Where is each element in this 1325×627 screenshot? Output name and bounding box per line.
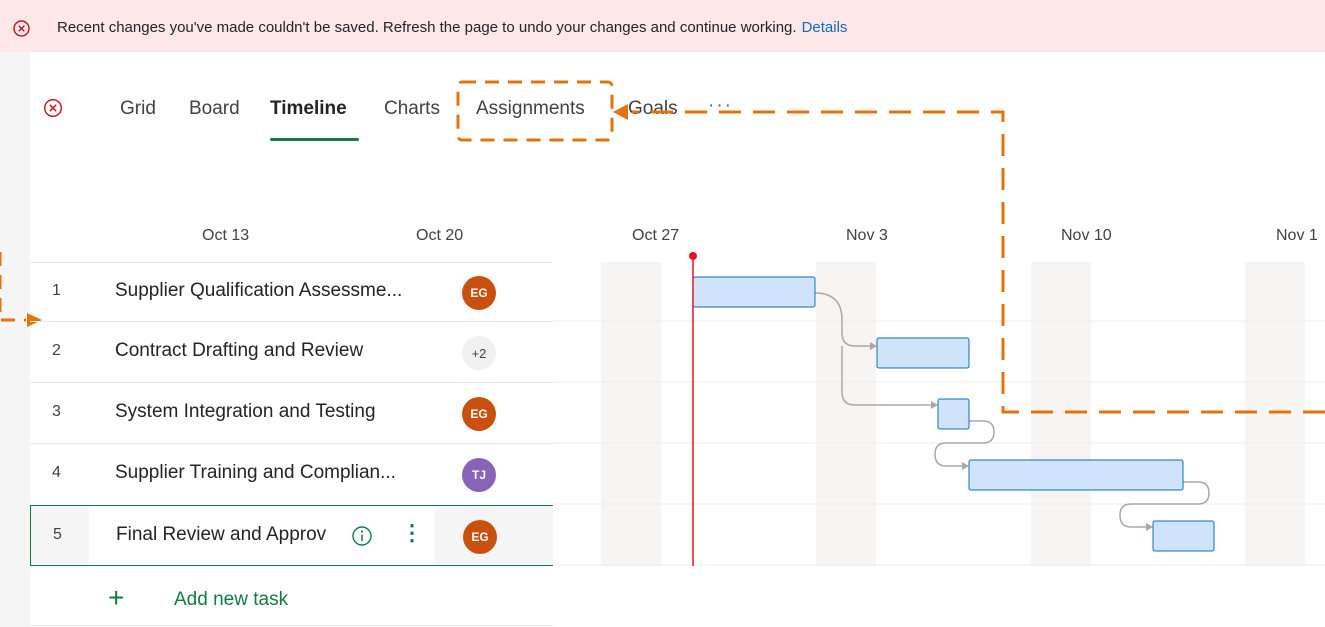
dependency-arrow-icon xyxy=(962,462,969,470)
callout-arrow-icon xyxy=(613,104,628,120)
callout-connector xyxy=(632,110,1325,414)
task-row-selected[interactable]: 5 Final Review and Approv ⋮ EG xyxy=(30,505,553,566)
task-number: 5 xyxy=(53,526,62,543)
weekend-column xyxy=(1245,262,1305,566)
task-bar[interactable] xyxy=(1152,520,1215,552)
task-row[interactable]: 2 Contract Drafting and Review +2 xyxy=(30,322,553,382)
task-number: 4 xyxy=(52,464,61,481)
dependency-arrow-icon xyxy=(1146,523,1153,531)
task-row[interactable]: 4 Supplier Training and Complian... TJ xyxy=(30,444,553,504)
add-task-label: Add new task xyxy=(174,589,289,610)
today-marker xyxy=(689,252,697,260)
task-name[interactable]: System Integration and Testing xyxy=(115,401,376,423)
task-bar[interactable] xyxy=(968,459,1184,491)
task-bar[interactable] xyxy=(692,276,816,308)
task-name[interactable]: Supplier Training and Complian... xyxy=(115,462,396,484)
task-number: 3 xyxy=(52,403,61,420)
avatar[interactable]: +2 xyxy=(462,336,496,370)
task-row[interactable]: 3 System Integration and Testing EG xyxy=(30,383,553,443)
task-bar[interactable] xyxy=(937,398,970,430)
weekend-column xyxy=(816,262,876,566)
row-separator xyxy=(30,625,553,626)
weekend-column xyxy=(601,262,661,566)
task-number: 2 xyxy=(52,342,61,359)
callout-box xyxy=(456,80,614,142)
task-name[interactable]: Final Review and Approv xyxy=(116,524,326,546)
task-bar[interactable] xyxy=(876,337,970,369)
task-row[interactable]: 1 Supplier Qualification Assessme... EG xyxy=(30,262,553,322)
info-icon[interactable] xyxy=(351,525,373,547)
dependency-arrow-icon xyxy=(931,401,938,409)
weekend-column xyxy=(1031,262,1091,566)
avatar[interactable]: EG xyxy=(463,520,497,554)
avatar[interactable]: EG xyxy=(462,276,496,310)
plus-icon: + xyxy=(108,582,125,613)
avatar[interactable]: EG xyxy=(462,397,496,431)
task-number: 1 xyxy=(52,282,61,299)
avatar[interactable]: TJ xyxy=(462,458,496,492)
more-options-icon[interactable]: ⋮ xyxy=(401,520,423,546)
task-name[interactable]: Supplier Qualification Assessme... xyxy=(115,280,402,302)
callout-connector xyxy=(0,252,26,322)
task-name[interactable]: Contract Drafting and Review xyxy=(115,340,363,362)
